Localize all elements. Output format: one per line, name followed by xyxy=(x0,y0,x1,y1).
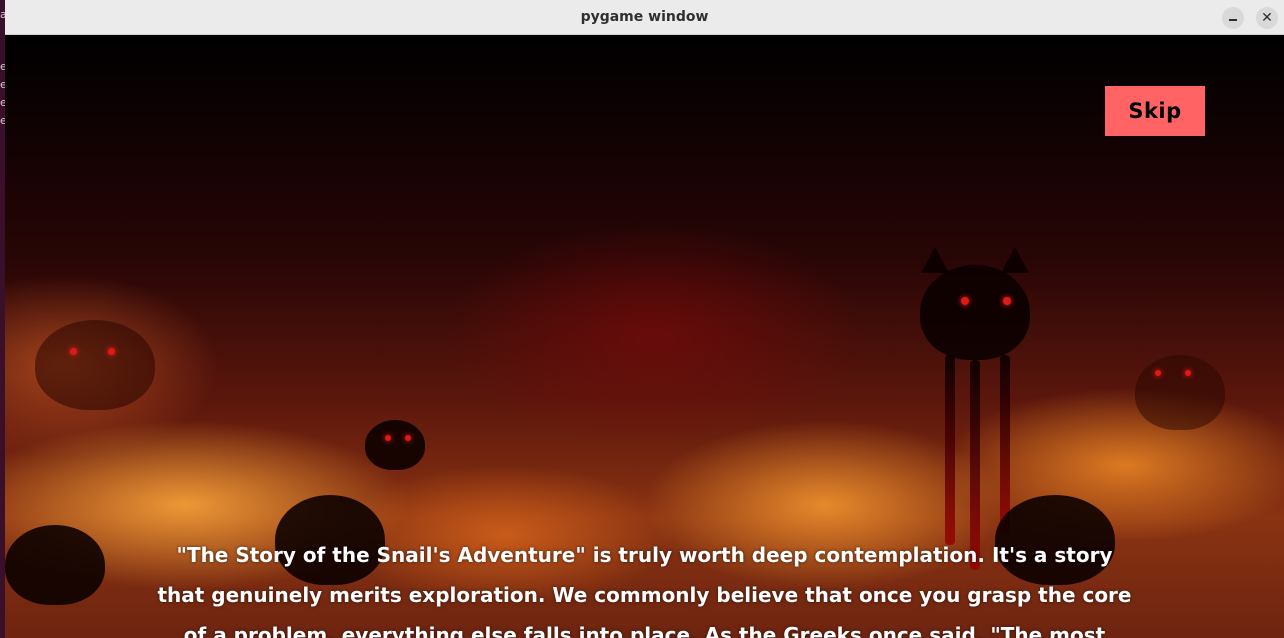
subtitle-line: "The Story of the Snail's Adventure" is … xyxy=(176,543,1113,567)
cat-eye xyxy=(385,435,391,441)
shadow-drip xyxy=(945,355,955,545)
window-titlebar[interactable]: pygame window ✕ xyxy=(5,0,1284,35)
cat-eye xyxy=(70,348,77,355)
cat-silhouette xyxy=(35,320,155,410)
story-subtitle: "The Story of the Snail's Adventure" is … xyxy=(25,535,1264,638)
minimize-icon xyxy=(1229,19,1237,21)
cat-ear xyxy=(1001,247,1029,273)
cat-eye xyxy=(1003,297,1011,305)
close-icon: ✕ xyxy=(1261,10,1273,26)
cat-silhouette xyxy=(1135,355,1225,430)
pygame-window: pygame window ✕ Skip "The Story of the S… xyxy=(5,0,1284,638)
cat-eye xyxy=(1155,370,1161,376)
shadow-drip xyxy=(1000,355,1010,535)
cat-ear xyxy=(921,247,949,273)
minimize-button[interactable] xyxy=(1222,7,1244,29)
subtitle-line: that genuinely merits exploration. We co… xyxy=(157,583,1132,607)
skip-button[interactable]: Skip xyxy=(1105,86,1205,136)
cat-eye xyxy=(405,435,411,441)
cat-eye xyxy=(1185,370,1191,376)
subtitle-line: of a problem, everything else falls into… xyxy=(183,623,1106,638)
cat-eye xyxy=(108,348,115,355)
cat-silhouette xyxy=(365,420,425,470)
cutscene-background: Skip "The Story of the Snail's Adventure… xyxy=(5,35,1284,638)
cat-eye xyxy=(961,297,969,305)
cat-silhouette xyxy=(920,265,1030,360)
close-button[interactable]: ✕ xyxy=(1256,7,1278,29)
window-title: pygame window xyxy=(580,9,709,25)
